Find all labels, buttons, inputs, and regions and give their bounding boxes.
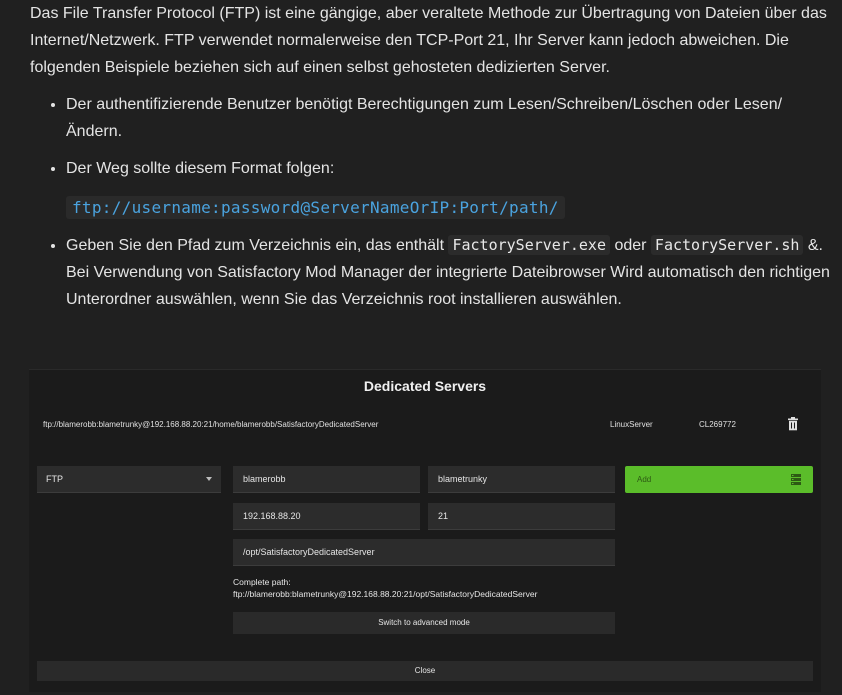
username-value: blamerobb xyxy=(243,474,286,484)
list-item: Der Weg sollte diesem Format folgen: ftp… xyxy=(66,155,830,222)
dialog-title: Dedicated Servers xyxy=(363,378,487,394)
list-item-text: Der authentifizierende Benutzer benötigt… xyxy=(66,96,783,140)
close-button[interactable]: Close xyxy=(37,661,813,681)
protocol-value: FTP xyxy=(46,474,63,484)
list-item-text: Der Weg sollte diesem Format folgen: xyxy=(66,160,335,177)
path-value: /opt/SatisfactoryDedicatedServer xyxy=(243,547,375,557)
list-item: Geben Sie den Pfad zum Verzeichnis ein, … xyxy=(66,232,830,313)
password-value: blametrunky xyxy=(438,474,488,484)
complete-path-value: ftp://blamerobb:blametrunky@192.168.88.2… xyxy=(233,589,538,599)
inline-code-exe: FactoryServer.exe xyxy=(448,235,610,255)
intro-paragraph: Das File Transfer Protocol (FTP) ist ein… xyxy=(30,5,827,76)
host-value: 192.168.88.20 xyxy=(243,511,301,521)
password-input[interactable]: blametrunky xyxy=(428,466,615,493)
list-item-text: Geben Sie den Pfad zum Verzeichnis ein, … xyxy=(66,237,449,254)
complete-path: Complete path: ftp://blamerobb:blametrun… xyxy=(233,576,537,600)
path-input[interactable]: /opt/SatisfactoryDedicatedServer xyxy=(233,539,615,566)
server-row[interactable]: ftp://blamerobb:blametrunky@192.168.88.2… xyxy=(29,414,821,434)
list-item: Der authentifizierende Benutzer benötigt… xyxy=(66,91,830,145)
server-type: LinuxServer xyxy=(610,420,653,429)
chevron-down-icon xyxy=(206,477,212,481)
instruction-list: Der authentifizierende Benutzer benötigt… xyxy=(30,91,830,313)
server-path: ftp://blamerobb:blametrunky@192.168.88.2… xyxy=(43,420,379,429)
protocol-select[interactable]: FTP xyxy=(37,466,221,493)
port-input[interactable]: 21 xyxy=(428,503,615,530)
complete-path-label: Complete path: xyxy=(233,577,291,587)
server-list-icon xyxy=(791,474,801,485)
host-input[interactable]: 192.168.88.20 xyxy=(233,503,420,530)
code-example: ftp://username:password@ServerNameOrIP:P… xyxy=(66,194,830,222)
code-example-text: ftp://username:password@ServerNameOrIP:P… xyxy=(66,196,565,219)
add-button-label: Add xyxy=(637,475,652,484)
doc-content: Das File Transfer Protocol (FTP) ist ein… xyxy=(30,0,830,323)
server-version: CL269772 xyxy=(699,420,736,429)
username-input[interactable]: blamerobb xyxy=(233,466,420,493)
dedicated-servers-dialog: Dedicated Servers ftp://blamerobb:blamet… xyxy=(29,369,821,692)
add-server-button[interactable]: Add xyxy=(625,466,813,493)
advanced-mode-button[interactable]: Switch to advanced mode xyxy=(233,612,615,634)
trash-icon[interactable] xyxy=(787,417,799,431)
inline-code-sh: FactoryServer.sh xyxy=(650,235,804,255)
list-item-text: oder xyxy=(610,237,651,254)
port-value: 21 xyxy=(438,511,449,521)
